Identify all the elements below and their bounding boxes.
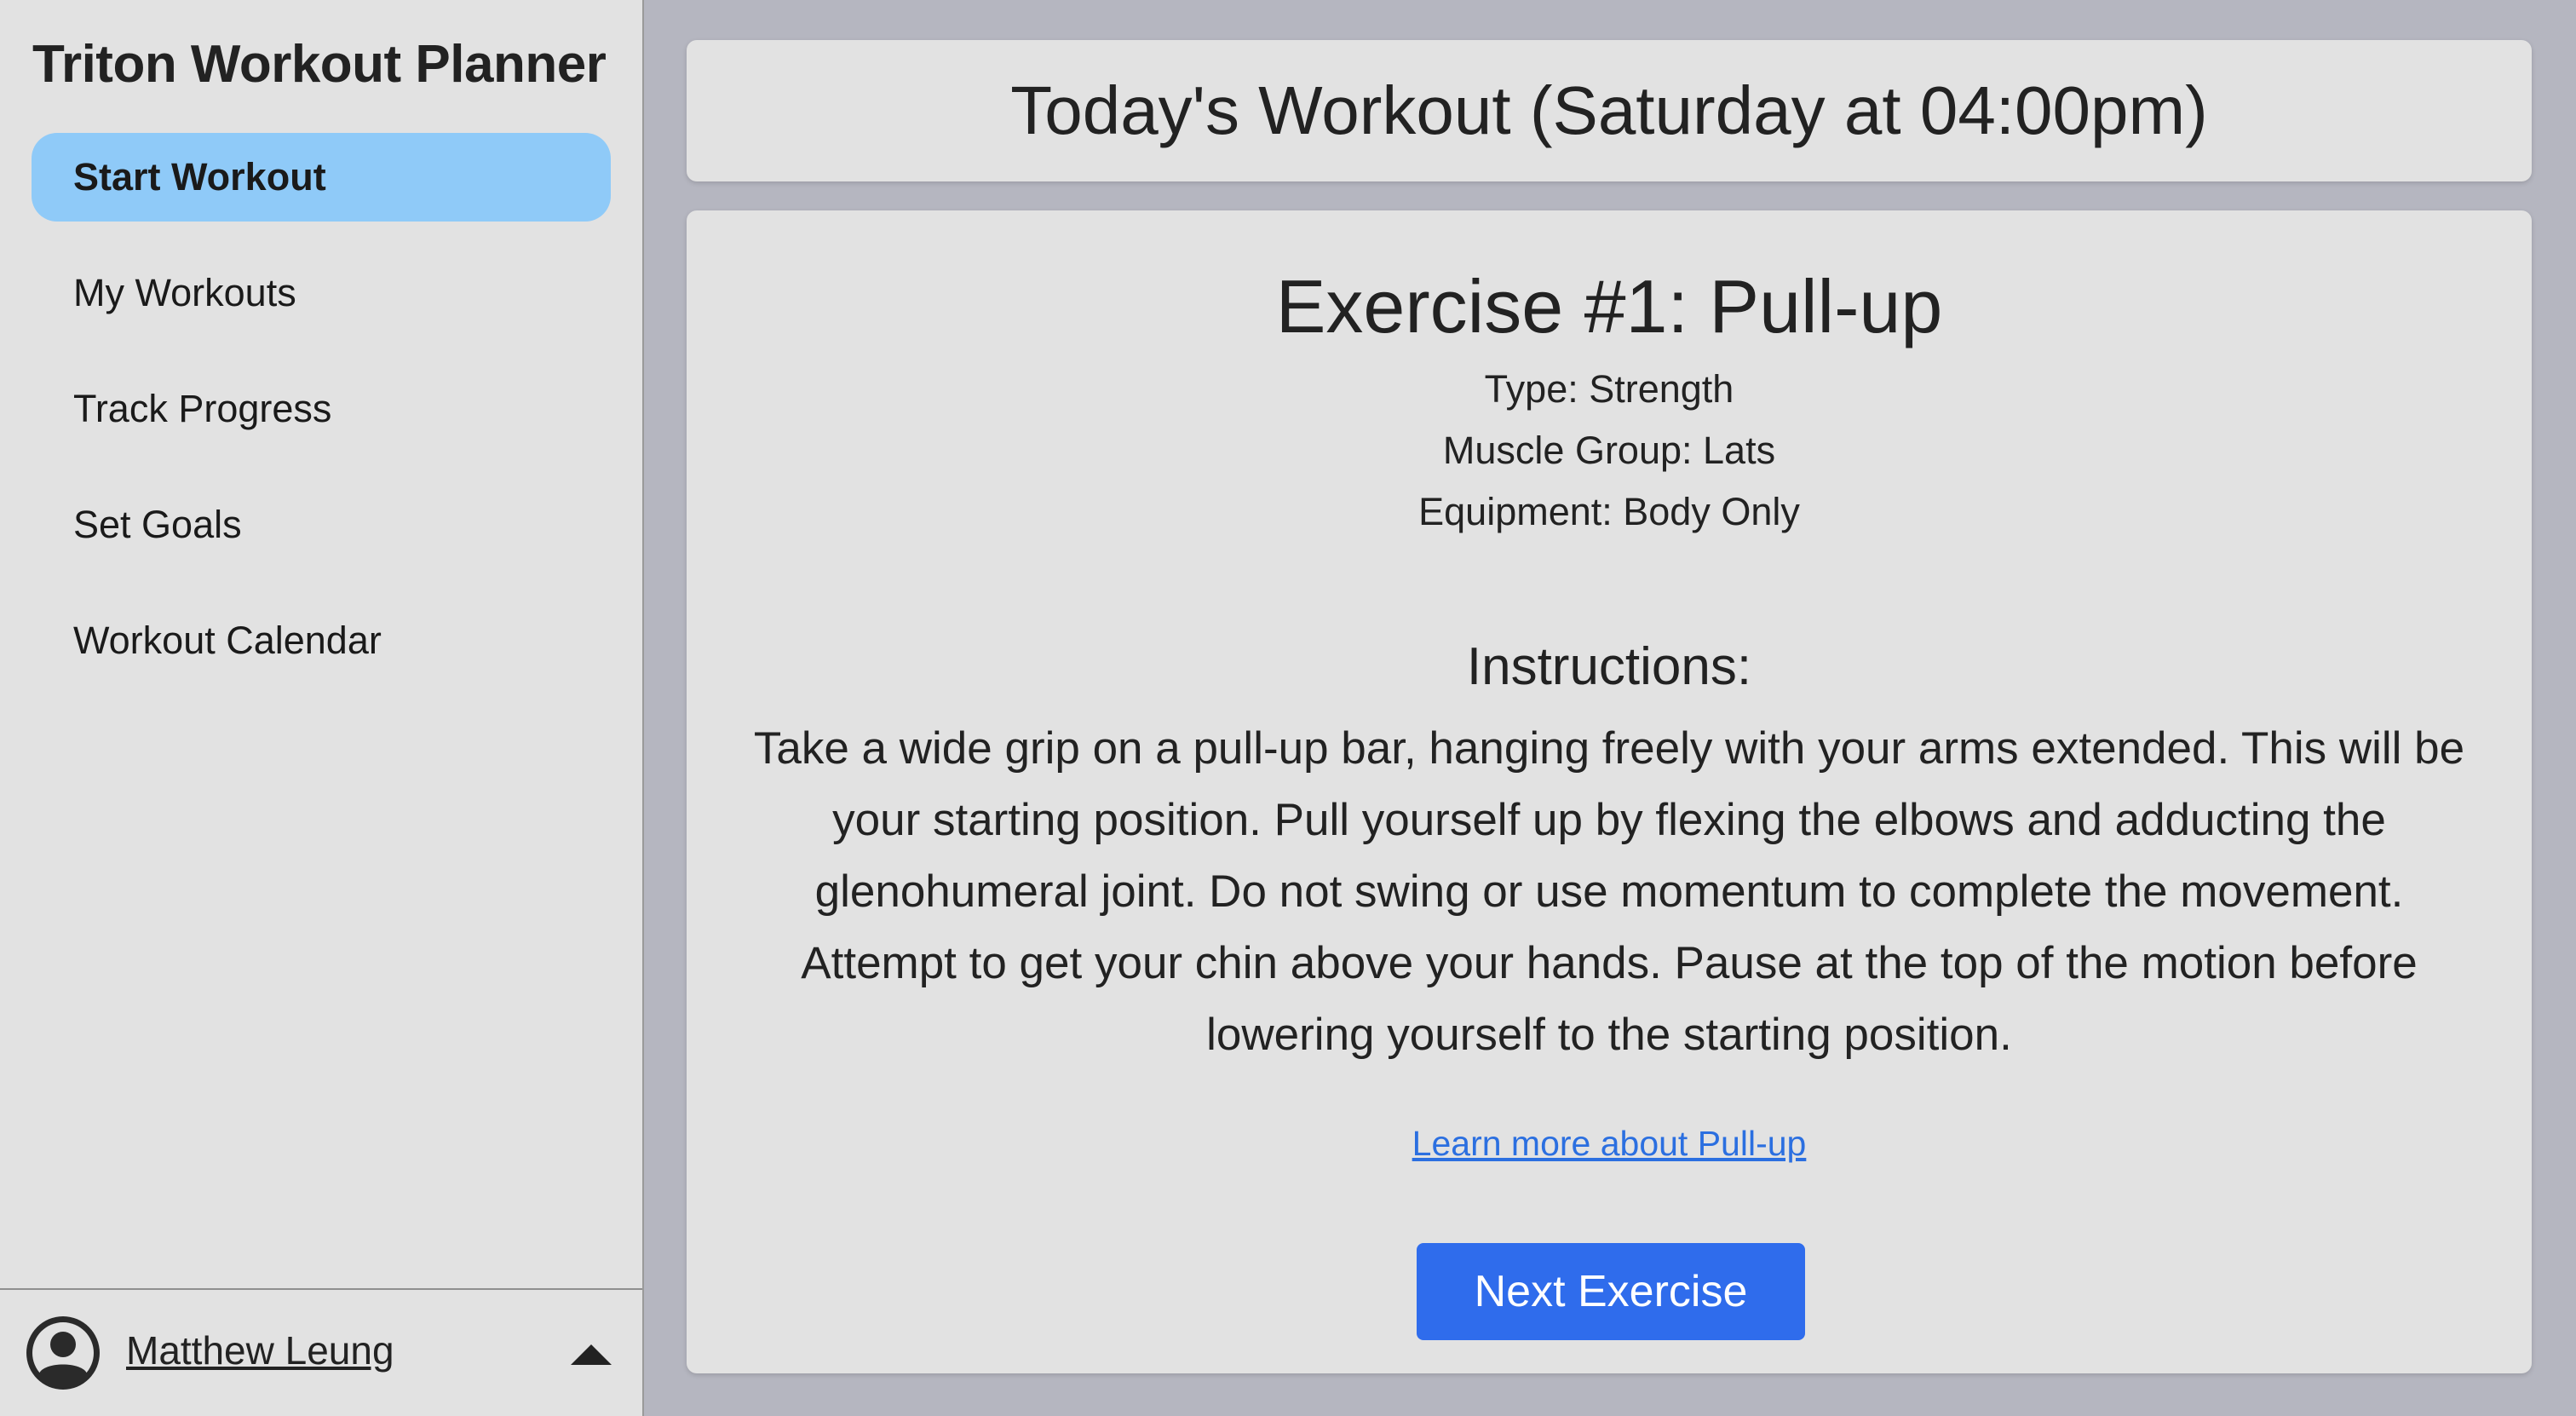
sidebar-item-track-progress[interactable]: Track Progress [32, 365, 611, 453]
user-name-link[interactable]: Matthew Leung [126, 1327, 394, 1373]
sidebar: Triton Workout Planner Start Workout My … [0, 0, 644, 1416]
exercise-card: Exercise #1: Pull-up Type: Strength Musc… [687, 210, 2532, 1373]
user-bar: Matthew Leung [0, 1288, 642, 1416]
page-title: Today's Workout (Saturday at 04:00pm) [1010, 72, 2208, 148]
workout-header-card: Today's Workout (Saturday at 04:00pm) [687, 40, 2532, 181]
sidebar-item-workout-calendar[interactable]: Workout Calendar [32, 596, 611, 685]
exercise-equipment: Equipment: Body Only [1418, 490, 1800, 533]
sidebar-nav: Start Workout My Workouts Track Progress… [32, 133, 611, 712]
sidebar-item-my-workouts[interactable]: My Workouts [32, 249, 611, 337]
instructions-heading: Instructions: [1466, 637, 1752, 696]
user-circle-icon[interactable] [24, 1314, 102, 1392]
exercise-title: Exercise #1: Pull-up [1275, 264, 1943, 348]
caret-up-icon[interactable] [571, 1344, 612, 1365]
exercise-muscle-group: Muscle Group: Lats [1442, 429, 1776, 472]
next-exercise-button[interactable]: Next Exercise [1417, 1243, 1805, 1340]
main-content: Today's Workout (Saturday at 04:00pm) Ex… [644, 0, 2576, 1416]
sidebar-item-set-goals[interactable]: Set Goals [32, 481, 611, 569]
sidebar-item-start-workout[interactable]: Start Workout [32, 133, 611, 222]
app-title: Triton Workout Planner [32, 35, 607, 94]
exercise-type: Type: Strength [1484, 367, 1734, 411]
instructions-text: Take a wide grip on a pull-up bar, hangi… [753, 723, 2465, 1060]
learn-more-link[interactable]: Learn more about Pull-up [687, 1124, 2532, 1164]
